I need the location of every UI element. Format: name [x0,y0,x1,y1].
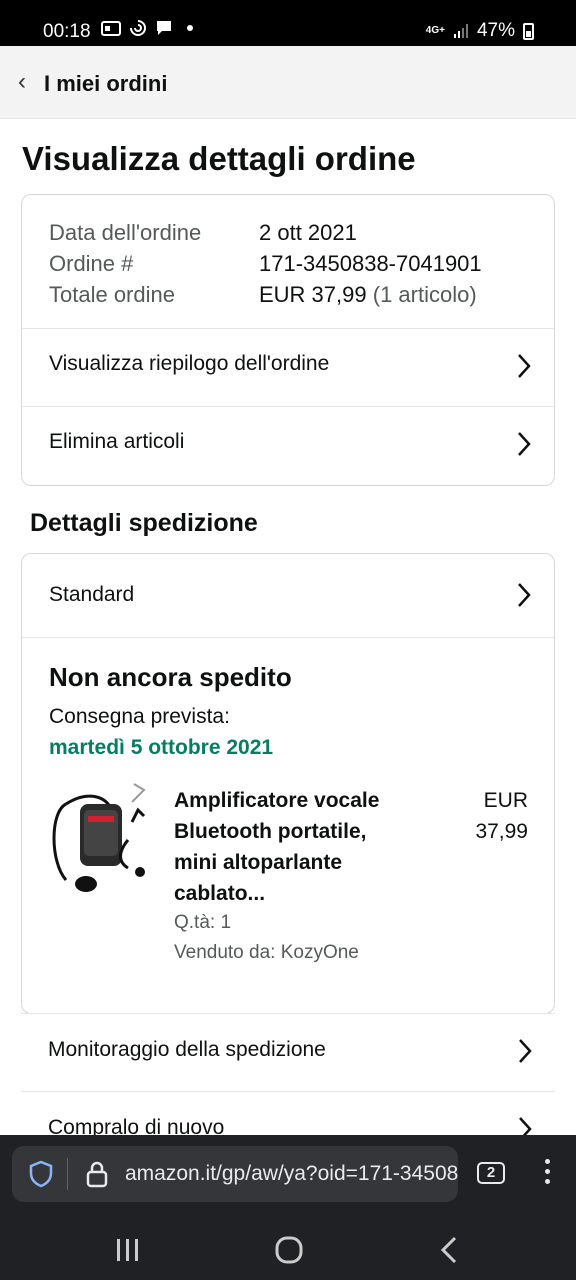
product-image[interactable] [48,782,148,902]
dot-icon [187,25,193,31]
url-text[interactable]: amazon.it/gp/aw/ya?oid=171-3450838-70419… [125,1162,458,1186]
chevron-right-icon [518,354,531,378]
signal-icon [453,24,468,38]
product-price: EUR 37,99 [448,785,528,847]
chevron-right-icon [518,583,531,607]
battery-percent: 47% [476,20,515,41]
product-amount: 37,99 [475,820,528,843]
swirl-icon [130,20,146,36]
chevron-right-icon [519,1039,532,1063]
notification-icons [101,19,193,37]
order-total-amount: EUR 37,99 [259,282,367,307]
address-bar[interactable]: amazon.it/gp/aw/ya?oid=171-3450838-70419… [12,1146,458,1202]
page-title: Visualizza dettagli ordine [22,140,416,177]
calendar-icon [101,21,121,36]
delete-items-row[interactable]: Elimina articoli [22,406,554,484]
back-link-my-orders[interactable]: I miei ordini [44,71,167,97]
order-total-label: Totale ordine [49,282,175,307]
lock-icon[interactable] [86,1160,108,1188]
order-total-items: (1 articolo) [372,282,477,307]
shipment-status: Non ancora spedito [49,662,292,692]
back-icon[interactable] [430,1230,470,1270]
browser-toolbar: amazon.it/gp/aw/ya?oid=171-3450838-70419… [0,1135,576,1280]
battery-icon [523,22,534,40]
order-summary-link[interactable]: Visualizza riepilogo dell'ordine [49,352,329,376]
network-indicator: 4G+ [425,25,445,36]
shipping-section-title: Dettagli spedizione [30,509,258,537]
order-info-card: Data dell'ordine 2 ott 2021 Ordine # 171… [21,194,555,486]
overflow-menu-icon[interactable] [545,1159,550,1184]
tab-count-button[interactable]: 2 [477,1162,505,1184]
shield-icon[interactable] [28,1160,54,1188]
back-chevron-icon[interactable]: ‹ [18,68,26,96]
order-summary-row[interactable]: Visualizza riepilogo dell'ordine [22,328,554,406]
order-date-label: Data dell'ordine [49,220,202,245]
order-total-value: EUR 37,99 (1 articolo) [259,279,477,310]
product-name[interactable]: Amplificatore vocale Bluetooth portatile… [174,785,414,909]
home-icon[interactable] [269,1230,309,1270]
shipping-card: Standard Non ancora spedito Consegna pre… [21,553,555,1014]
order-date-value: 2 ott 2021 [259,220,357,245]
chat-icon [157,21,171,35]
delivery-estimate-date: martedì 5 ottobre 2021 [49,736,274,759]
product-currency: EUR [483,789,528,812]
chevron-right-icon [518,432,531,456]
address-divider [67,1158,68,1190]
delivery-estimate-label: Consegna prevista: [49,705,230,728]
track-shipment-link[interactable]: Monitoraggio della spedizione [48,1038,326,1062]
delete-items-link[interactable]: Elimina articoli [49,430,184,454]
product-quantity: Q.tà: 1 [174,912,232,933]
status-bar: 00:18 4G+ 47% [0,0,576,46]
top-nav: ‹ I miei ordini [0,46,576,119]
order-number-label: Ordine # [49,251,134,276]
recent-apps-icon[interactable] [108,1230,148,1270]
track-shipment-row[interactable]: Monitoraggio della spedizione [21,1013,555,1091]
status-time: 00:18 [43,21,91,42]
shipping-method-row[interactable]: Standard [22,554,554,638]
product-seller: Venduto da: KozyOne [174,942,359,963]
shipping-method[interactable]: Standard [49,583,134,607]
order-number-value: 171-3450838-7041901 [259,251,482,276]
